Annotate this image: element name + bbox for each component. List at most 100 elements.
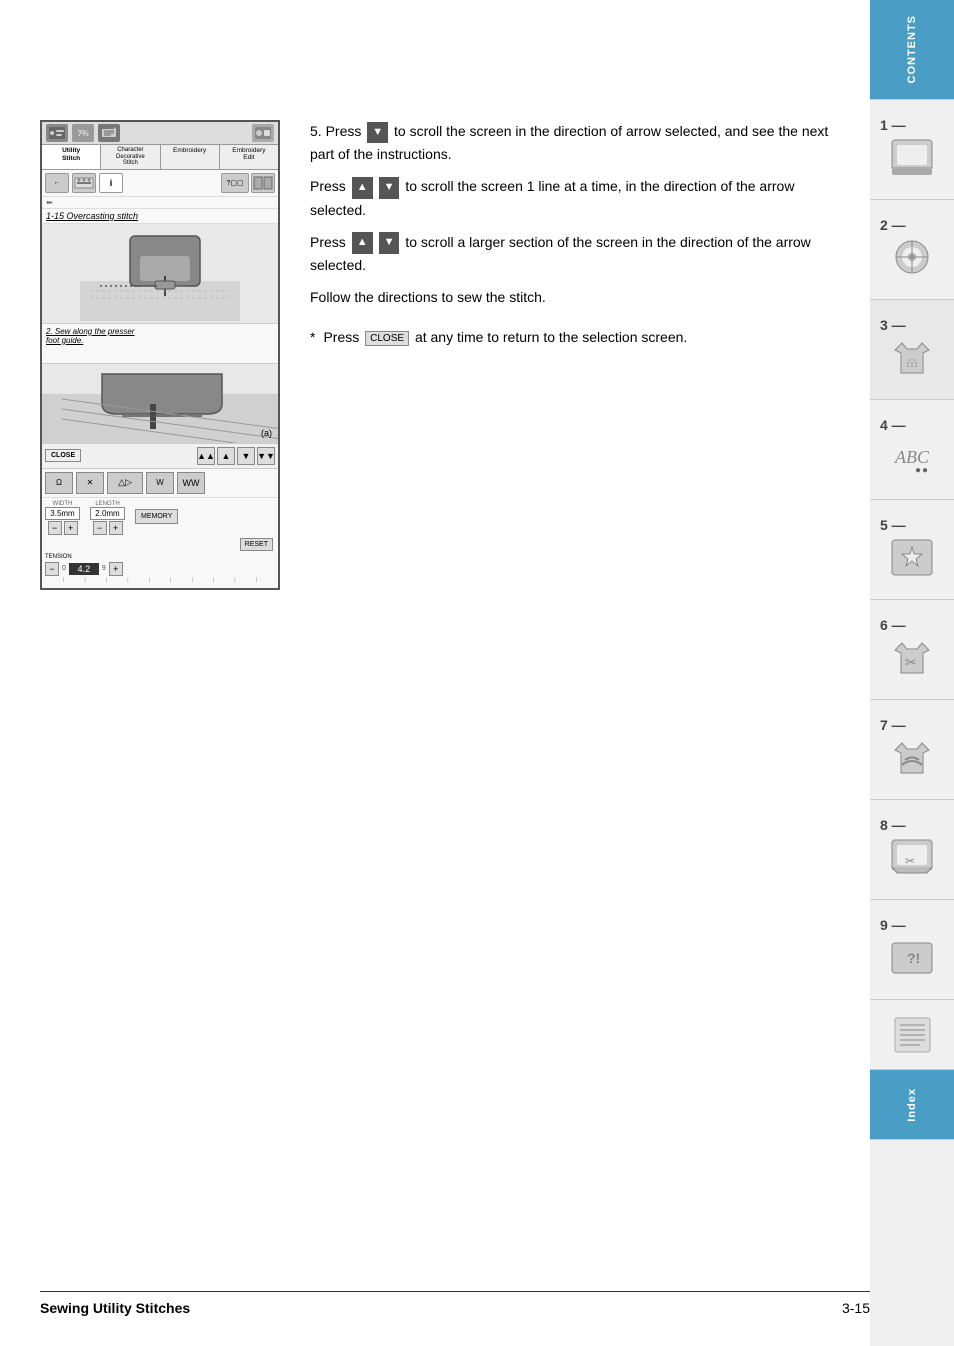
tab-5-icon — [887, 533, 937, 583]
tab-6-icon: ✂ — [887, 633, 937, 683]
close-button-note[interactable]: CLOSE — [365, 331, 409, 346]
width-plus[interactable]: + — [64, 521, 78, 535]
sidebar-tab-4[interactable]: 4 — ABC ● ● — [870, 400, 954, 500]
sidebar-tab-7[interactable]: 7 — — [870, 700, 954, 800]
sidebar-tab-3[interactable]: 3 — — [870, 300, 954, 400]
sidebar-tab-notes[interactable] — [870, 1000, 954, 1070]
close-button-screen[interactable]: CLOSE — [45, 449, 81, 462]
tab-3-number: 3 — — [870, 317, 954, 333]
step5-arrow-down2[interactable]: ▼ — [379, 177, 400, 199]
tab-4-icon: ABC ● ● — [887, 433, 937, 483]
step5-line1: 5. Press ▼ to scroll the screen in the d… — [310, 120, 830, 165]
step5-press: Press — [326, 123, 366, 139]
tab-7-number: 7 — — [870, 717, 954, 733]
memory-button[interactable]: MEMORY — [135, 509, 178, 524]
tab-1-icon — [887, 133, 937, 183]
note-text: Press CLOSE at any time to return to the… — [323, 329, 687, 346]
tab-3-icon — [887, 333, 937, 383]
nav-arrow-page-up[interactable]: ▲▲ — [197, 447, 215, 465]
label-a: (a) — [261, 428, 272, 438]
tab-2-icon — [887, 233, 937, 283]
screen-image-area-1 — [42, 224, 278, 324]
nav-arrow-page-down[interactable]: ▼▼ — [257, 447, 275, 465]
screen-icon-1 — [46, 124, 68, 142]
notes-icon — [887, 1010, 937, 1060]
sidebar-tab-contents[interactable]: CONTENTS — [870, 0, 954, 100]
index-label: Index — [906, 1088, 918, 1122]
screen-image-area-2: (a) — [42, 364, 278, 444]
sidebar-tab-1[interactable]: 1 — — [870, 100, 954, 200]
tab-2-number: 2 — — [870, 217, 954, 233]
step5-arrow-pair-2: ▲ ▼ — [350, 232, 402, 254]
reset-button[interactable]: RESET — [240, 538, 273, 551]
step5-arrow-down3[interactable]: ▼ — [379, 232, 400, 254]
tab-8-icon: ✂ — [887, 833, 937, 883]
sidebar-tab-9[interactable]: 9 — ?! — [870, 900, 954, 1000]
tab-embroidery: Embroidery — [161, 145, 220, 169]
tab-character-decorative: CharacterDecorativeStitch — [101, 145, 160, 169]
machine-screen-illustration: ?¾ UtilityStitch CharacterDecorativeStit… — [40, 120, 280, 590]
help-icon: ?▢▢ — [221, 173, 249, 193]
tension-ticks: |||||||||| — [45, 576, 275, 585]
tension-controls: − 0 4.2 9 + — [45, 562, 275, 576]
nav-arrow-down[interactable]: ▼ — [237, 447, 255, 465]
tension-max: 9 — [102, 565, 106, 572]
step5-press3: Press — [310, 234, 350, 250]
sidebar-tab-2[interactable]: 2 — — [870, 200, 954, 300]
svg-text:?!: ?! — [907, 950, 920, 966]
back-icon: ← — [45, 173, 69, 193]
length-plus[interactable]: + — [109, 521, 123, 535]
svg-text:ABC: ABC — [894, 447, 930, 467]
screen-nav-bar: CLOSE ▲▲ ▲ ▼ ▼▼ — [42, 444, 278, 469]
footer-page: 3-15 — [842, 1300, 870, 1316]
screen-tabs: UtilityStitch CharacterDecorativeStitch … — [42, 145, 278, 170]
sidebar-tab-8[interactable]: 8 — ✂ — [870, 800, 954, 900]
screen-controls: WIDTH 3.5mm − + LENGTH 2.0mm − + MEMORY … — [42, 498, 278, 588]
tension-minus[interactable]: − — [45, 562, 59, 576]
tab-5-number: 5 — — [870, 517, 954, 533]
stitch-icon-w: W — [146, 472, 174, 494]
length-value: 2.0mm — [90, 507, 125, 520]
width-minus[interactable]: − — [48, 521, 62, 535]
svg-text:●: ● — [915, 465, 921, 476]
screen-icon-2: ?¾ — [72, 124, 94, 142]
sidebar-tab-5[interactable]: 5 — — [870, 500, 954, 600]
tab-1-number: 1 — — [870, 117, 954, 133]
screen-stitch-row: Ω ✕ △▷ W WW — [42, 469, 278, 498]
tab-utility-stitch: UtilityStitch — [42, 145, 101, 169]
note-item: * Press CLOSE at any time to return to t… — [310, 329, 830, 346]
svg-text:✂: ✂ — [905, 654, 917, 670]
stitch-icon-ww: WW — [177, 472, 205, 494]
step5-arrow-up2[interactable]: ▲ — [352, 177, 373, 199]
tab-6-number: 6 — — [870, 617, 954, 633]
sidebar-tab-index[interactable]: Index — [870, 1070, 954, 1140]
length-minus[interactable]: − — [93, 521, 107, 535]
screen-icons-row: ← i ?▢▢ — [42, 170, 278, 197]
step5-number: 5. — [310, 123, 322, 139]
tension-plus[interactable]: + — [109, 562, 123, 576]
pattern-icon — [251, 173, 275, 193]
sidebar-tab-6[interactable]: 6 — ✂ — [870, 600, 954, 700]
step5-arrow-up3[interactable]: ▲ — [352, 232, 373, 254]
sewing-illustration-1 — [80, 226, 240, 321]
page-footer: Sewing Utility Stitches 3-15 — [40, 1291, 870, 1316]
tab-8-number: 8 — — [870, 817, 954, 833]
step5-press2: Press — [310, 178, 350, 194]
tension-label: TENSION — [45, 554, 72, 560]
step5-arrow-down-btn[interactable]: ▼ — [367, 122, 388, 144]
stitch-icon-main — [72, 173, 96, 193]
tab-embroidery-edit: EmbroideryEdit — [220, 145, 278, 169]
tab-9-number: 9 — — [870, 917, 954, 933]
instructions-area: 5. Press ▼ to scroll the screen in the d… — [310, 120, 830, 346]
tab-7-icon — [887, 733, 937, 783]
controls-row-main: WIDTH 3.5mm − + LENGTH 2.0mm − + MEMORY — [45, 501, 275, 535]
screen-top-bar: ?¾ — [42, 122, 278, 145]
width-value: 3.5mm — [45, 507, 80, 520]
footer-title: Sewing Utility Stitches — [40, 1300, 190, 1316]
step5-line4: Follow the directions to sew the stitch. — [310, 286, 830, 308]
tension-min: 0 — [62, 565, 66, 572]
tab-9-icon: ?! — [887, 933, 937, 983]
nav-arrow-up[interactable]: ▲ — [217, 447, 235, 465]
info-icon: i — [99, 173, 123, 193]
right-sidebar: CONTENTS 1 — 2 — 3 — — [870, 0, 954, 1346]
